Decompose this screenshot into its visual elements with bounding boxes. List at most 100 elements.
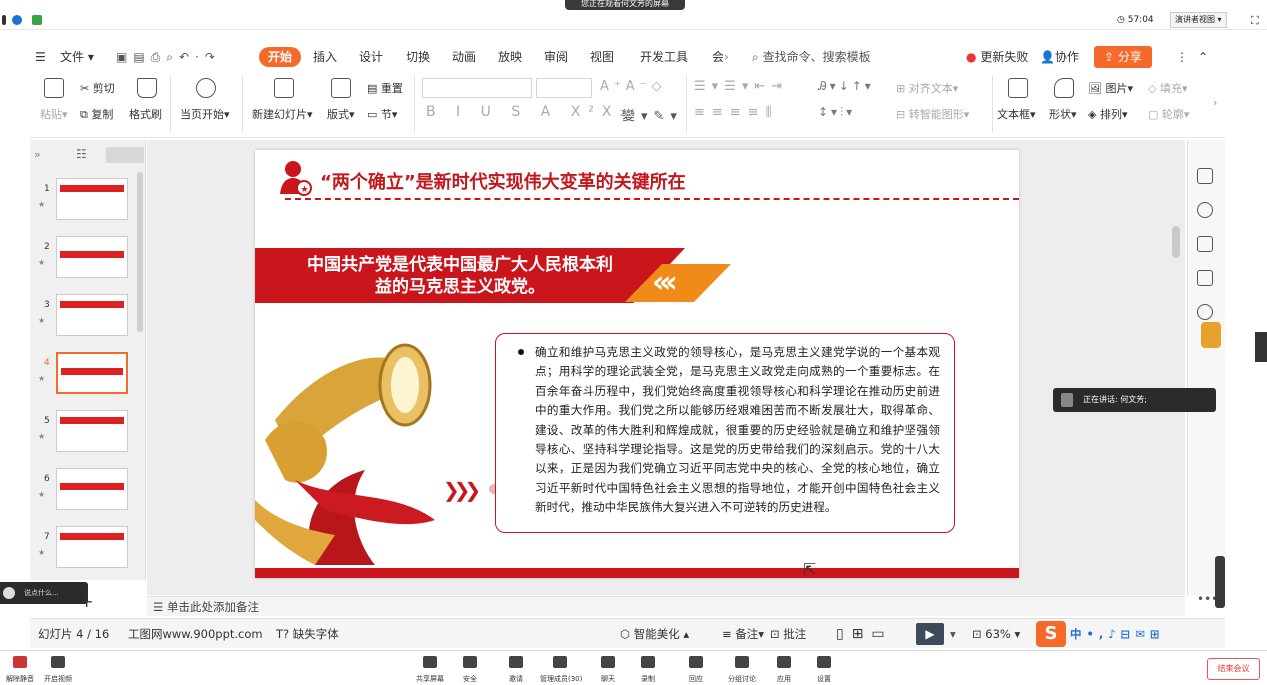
- format-painter-icon[interactable]: [137, 78, 157, 98]
- tab-transition[interactable]: 切换: [406, 44, 430, 70]
- tab-member[interactable]: 会: [712, 44, 724, 70]
- search-box[interactable]: ⌕ 查找命令、搜索模板: [752, 44, 871, 70]
- align-text-button[interactable]: ⊞ 对齐文本▾: [896, 80, 958, 96]
- tab-design[interactable]: 设计: [359, 44, 383, 70]
- outline-button[interactable]: ▢ 轮廓▾: [1148, 106, 1189, 122]
- copy-slides-icon[interactable]: [1197, 236, 1213, 252]
- fill-button[interactable]: ◇ 填充▾: [1148, 80, 1188, 96]
- share-screen-button[interactable]: 共享屏幕: [410, 650, 450, 684]
- fullscreen-icon[interactable]: ⛶: [1251, 14, 1259, 28]
- tab-start[interactable]: 开始: [259, 47, 302, 67]
- mic-button[interactable]: 解除静音: [0, 650, 40, 684]
- shape-button[interactable]: 形状▾: [1049, 106, 1077, 122]
- expand-panel-icon[interactable]: »: [34, 148, 41, 161]
- shape-icon[interactable]: [1054, 78, 1074, 98]
- ime-toolbar-icons[interactable]: 中•,♪⊟✉⊞: [1070, 619, 1164, 649]
- camera-button[interactable]: 开启视频: [38, 650, 78, 684]
- font-size-icons[interactable]: A⁺A⁻◇: [600, 79, 667, 94]
- slide-view-icon[interactable]: [106, 147, 144, 163]
- paste-icon[interactable]: [44, 78, 64, 98]
- breakout-button[interactable]: 分组讨论: [722, 650, 762, 684]
- tab-insert[interactable]: 插入: [313, 44, 337, 70]
- clock-icon[interactable]: [1197, 304, 1213, 320]
- layout-icon[interactable]: [331, 78, 351, 98]
- section-button[interactable]: ▭ 节▾: [367, 106, 397, 122]
- collapse-ribbon-icon[interactable]: ⌃: [1198, 44, 1208, 70]
- outline-view-icon[interactable]: ☷: [76, 147, 87, 161]
- smart-beautify-button[interactable]: ⬡ 智能美化 ▴: [620, 619, 689, 649]
- slide-thumbnail[interactable]: [56, 236, 128, 278]
- collab-button[interactable]: 👤协作: [1040, 44, 1079, 70]
- slide-thumbnail[interactable]: [56, 352, 128, 394]
- apps-button[interactable]: 应用: [764, 650, 804, 684]
- pin-icon[interactable]: [1197, 202, 1213, 218]
- play-slideshow-button[interactable]: ▶: [916, 623, 944, 645]
- font-family-combo[interactable]: [422, 78, 532, 98]
- new-slide-icon[interactable]: [274, 78, 294, 98]
- missing-font-button[interactable]: T? 缺失字体: [276, 619, 339, 649]
- play-icon[interactable]: [196, 78, 216, 98]
- slideshow-dropdown-icon[interactable]: ▾: [950, 619, 956, 649]
- view-mode-select[interactable]: 演讲者视图 ▾: [1170, 12, 1227, 28]
- slide-thumbnail[interactable]: [56, 294, 128, 336]
- end-meeting-button[interactable]: 结束会议: [1207, 658, 1260, 680]
- notes-bar[interactable]: ☰ 单击此处添加备注: [147, 596, 1185, 616]
- paste-button[interactable]: 粘贴▾: [40, 106, 68, 122]
- thumbnail-scrollbar[interactable]: [137, 172, 143, 332]
- gear-button[interactable]: 设置: [804, 650, 844, 684]
- tab-animation[interactable]: 动画: [452, 44, 476, 70]
- hamburger-icon[interactable]: ☰: [35, 44, 46, 70]
- font-style-icons[interactable]: B I U S A X²X₂: [426, 104, 633, 120]
- line-spacing-icons[interactable]: ↕▾⫶▾: [818, 105, 855, 120]
- paragraph-align-icons[interactable]: ≡≡≡≡⫼: [694, 105, 779, 120]
- more-icon[interactable]: ⋮: [1176, 44, 1188, 70]
- copy-button[interactable]: ⧉ 复制: [80, 106, 113, 122]
- record-button[interactable]: 录制: [628, 650, 668, 684]
- slide-thumbnail[interactable]: [56, 526, 128, 568]
- from-start-button[interactable]: 当页开始▾: [180, 106, 230, 122]
- properties-icon[interactable]: [1197, 168, 1213, 184]
- quick-access-icons[interactable]: ▣▤⎙⌕↶·↷: [116, 44, 221, 70]
- comments-button[interactable]: ⊡ 批注: [770, 619, 806, 649]
- update-fail-button[interactable]: ● 更新失败: [966, 44, 1028, 70]
- zoom-control[interactable]: ⊡ 63% ▾: [972, 619, 1020, 649]
- format-painter-button[interactable]: 格式刷: [129, 106, 162, 122]
- slide-thumbnail[interactable]: [56, 178, 128, 220]
- textbox-button[interactable]: 文本框▾: [997, 106, 1036, 122]
- font-size-combo[interactable]: [536, 78, 592, 98]
- tab-slideshow[interactable]: 放映: [498, 44, 522, 70]
- file-menu[interactable]: 文件 ▾: [60, 44, 94, 70]
- tab-view[interactable]: 视图: [590, 44, 614, 70]
- marker-icon[interactable]: [1201, 322, 1221, 348]
- invite-button[interactable]: 邀请: [496, 650, 536, 684]
- ime-logo-icon[interactable]: S: [1036, 621, 1066, 647]
- textbox-icon[interactable]: [1008, 78, 1028, 98]
- arrange-button[interactable]: ◈ 排列▾: [1088, 106, 1128, 122]
- new-slide-button[interactable]: 新建幻灯片▾: [252, 106, 313, 122]
- tab-developer[interactable]: 开发工具: [640, 44, 688, 70]
- slide-thumbnail[interactable]: [56, 468, 128, 510]
- text-direction-icons[interactable]: Ꭿ▾↓↑▾: [818, 79, 874, 94]
- tab-scroll-icon[interactable]: ›: [724, 44, 729, 70]
- emoji-icon[interactable]: [3, 587, 15, 599]
- collapse-strip[interactable]: [1255, 332, 1267, 362]
- shield-button[interactable]: 安全: [450, 650, 490, 684]
- members-button[interactable]: 管理成员(30): [540, 650, 582, 684]
- cut-button[interactable]: ✂ 剪切: [80, 80, 115, 96]
- tab-review[interactable]: 审阅: [544, 44, 568, 70]
- ribbon-scroll-icon[interactable]: ›: [1213, 96, 1217, 109]
- view-switch-icons[interactable]: ▯⊞▭: [836, 619, 893, 649]
- reset-button[interactable]: ▤ 重置: [367, 80, 403, 96]
- slide-thumbnail[interactable]: [56, 410, 128, 452]
- image-tools-icon[interactable]: [1197, 270, 1213, 286]
- layout-button[interactable]: 版式▾: [327, 106, 355, 122]
- char-style-icons[interactable]: 變▾✎▾: [622, 105, 683, 124]
- add-slide-icon[interactable]: +: [80, 592, 93, 611]
- chat-button[interactable]: 聊天: [588, 650, 628, 684]
- smart-art-button[interactable]: ⊟ 转智能图形▾: [896, 106, 969, 122]
- notes-button[interactable]: ≡ 备注▾: [722, 619, 764, 649]
- canvas-scrollbar[interactable]: [1172, 226, 1180, 258]
- picture-button[interactable]: 🖼 图片▾: [1088, 80, 1133, 96]
- reaction-button[interactable]: 回应: [676, 650, 716, 684]
- share-button[interactable]: ⇪ 分享: [1094, 46, 1152, 68]
